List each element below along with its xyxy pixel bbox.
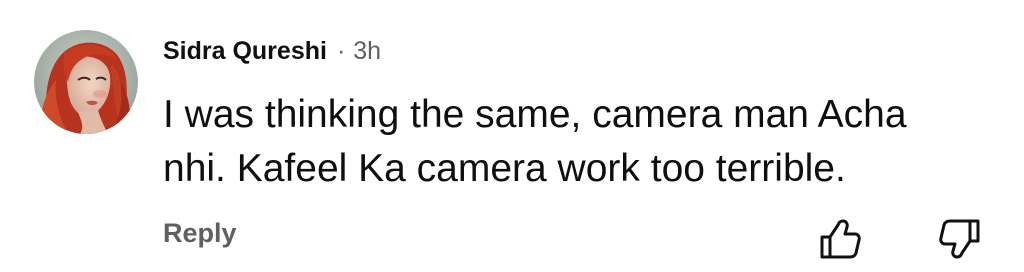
avatar[interactable] xyxy=(34,30,138,134)
author-name[interactable]: Sidra Qureshi xyxy=(163,37,327,66)
meta-separator: · xyxy=(336,36,346,65)
thumbs-up-icon xyxy=(820,219,861,259)
thumbs-down-icon xyxy=(939,219,980,259)
comment-text-line: I was thinking the same, camera man Acha xyxy=(163,93,907,136)
comment-timestamp: 3h xyxy=(353,36,382,65)
comment-text-line: nhi. Kafeel Ka camera work too terrible. xyxy=(163,147,846,190)
comment-text: I was thinking the same, camera man Acha… xyxy=(163,88,993,196)
avatar-portrait xyxy=(34,30,138,134)
like-button[interactable] xyxy=(818,217,862,261)
comment-header: Sidra Qureshi · 3h xyxy=(163,34,381,68)
reply-button[interactable]: Reply xyxy=(163,218,237,249)
dislike-button[interactable] xyxy=(938,217,982,261)
comment-card: Sidra Qureshi · 3h I was thinking the sa… xyxy=(0,0,1024,272)
